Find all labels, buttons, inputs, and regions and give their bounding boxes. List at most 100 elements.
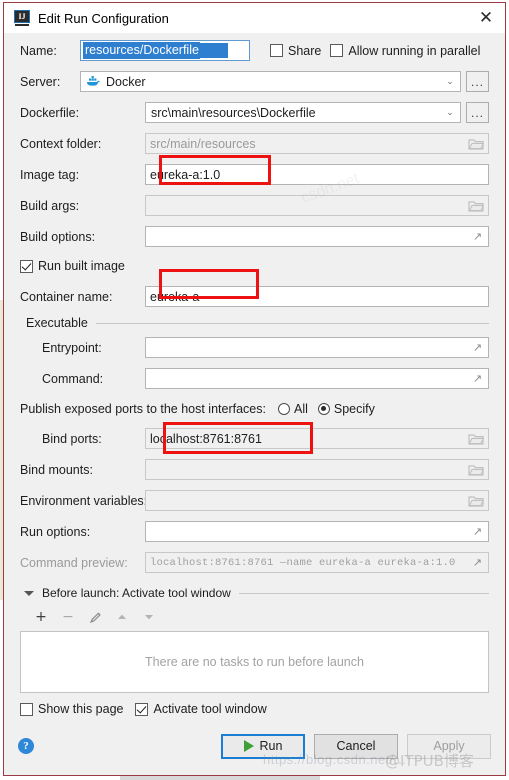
container-name-input[interactable]: eureka-a — [145, 286, 489, 307]
share-label: Share — [288, 43, 322, 58]
dockerfile-combobox[interactable]: src\main\resources\Dockerfile ⌄ — [145, 102, 461, 123]
name-input[interactable]: resources/Dockerfile — [80, 40, 250, 61]
watermark-brand: @ITPUB博客 — [385, 752, 474, 770]
before-launch-title: Before launch: Activate tool window — [42, 586, 231, 600]
before-launch-toolbar: + − — [20, 604, 489, 631]
container-name-label: Container name: — [20, 289, 113, 304]
environment-variables-input[interactable] — [145, 490, 489, 511]
bottom-checkboxes: Show this page Activate tool window — [20, 702, 489, 716]
chevron-down-icon: ⌄ — [446, 107, 454, 118]
container-name-value: eureka-a — [150, 289, 200, 304]
name-label: Name: — [20, 43, 57, 58]
server-label: Server: — [20, 74, 61, 89]
expand-icon[interactable]: ↗ — [471, 230, 484, 243]
run-built-image-label: Run built image — [38, 259, 125, 273]
background-strip-bottom — [120, 776, 320, 780]
chevron-down-icon: ⌄ — [446, 76, 454, 87]
activate-tool-window-checkbox-box — [135, 702, 149, 716]
allow-parallel-checkbox[interactable]: Allow running in parallel — [330, 44, 480, 58]
move-down-button[interactable] — [142, 610, 156, 624]
dockerfile-label: Dockerfile: — [20, 105, 80, 120]
command-label: Command: — [42, 371, 104, 386]
environment-variables-label: Environment variables: — [20, 493, 148, 508]
radio-all-label: All — [293, 401, 308, 416]
image-tag-input[interactable]: eureka-a:1.0 — [145, 164, 489, 185]
share-checkbox-box — [270, 44, 283, 57]
bind-ports-row: Bind ports: localhost:8761:8761 — [20, 427, 489, 450]
expand-icon[interactable]: ↗ — [471, 556, 484, 569]
container-name-row: Container name: eureka-a — [20, 285, 489, 308]
before-launch-empty-text: There are no tasks to run before launch — [145, 655, 364, 669]
image-tag-value: eureka-a:1.0 — [150, 167, 221, 182]
publish-ports-radio-specify[interactable]: Specify — [317, 401, 375, 416]
run-button-label: Run — [259, 739, 283, 753]
folder-icon — [468, 432, 485, 446]
run-built-image-row: Run built image — [20, 256, 489, 276]
remove-task-button[interactable]: − — [61, 610, 75, 624]
entrypoint-input[interactable]: ↗ — [145, 337, 489, 358]
add-task-button[interactable]: + — [34, 610, 48, 624]
server-combobox[interactable]: Docker ⌄ — [80, 71, 461, 92]
build-args-label: Build args: — [20, 198, 80, 213]
server-row: Server: Docker ⌄ ... — [20, 70, 489, 93]
build-options-input[interactable]: ↗ — [145, 226, 489, 247]
radio-all-circle — [277, 402, 290, 415]
command-preview-label: Command preview: — [20, 555, 128, 570]
server-value: Docker — [106, 74, 146, 89]
publish-ports-row: Publish exposed ports to the host interf… — [20, 398, 489, 419]
executable-group-header: Executable — [20, 316, 489, 330]
expand-icon[interactable]: ↗ — [471, 525, 484, 538]
run-options-label: Run options: — [20, 524, 91, 539]
bind-mounts-label: Bind mounts: — [20, 462, 93, 477]
expand-icon[interactable]: ↗ — [471, 372, 484, 385]
entrypoint-row: Entrypoint: ↗ — [20, 336, 489, 359]
executable-group: Executable — [20, 316, 489, 330]
bind-ports-label: Bind ports: — [42, 431, 102, 446]
command-preview-value: localhost:8761:8761 —name eureka-a eurek… — [150, 556, 456, 569]
dialog-body: Name: resources/Dockerfile Share Allow r… — [4, 33, 505, 716]
context-folder-input[interactable]: src/main/resources — [145, 133, 489, 154]
dialog-titlebar: IJ Edit Run Configuration ✕ — [4, 3, 505, 33]
publish-ports-radio-all[interactable]: All — [277, 401, 308, 416]
help-icon[interactable]: ? — [18, 738, 34, 754]
folder-icon — [468, 463, 485, 477]
context-folder-label: Context folder: — [20, 136, 102, 151]
edit-run-configuration-dialog: IJ Edit Run Configuration ✕ Name: resour… — [3, 2, 506, 776]
folder-icon — [468, 137, 485, 151]
share-checkbox[interactable]: Share — [270, 44, 321, 58]
collapse-triangle-icon — [24, 590, 34, 596]
intellij-idea-icon: IJ — [14, 10, 30, 26]
command-preview-input: localhost:8761:8761 —name eureka-a eurek… — [145, 552, 489, 573]
expand-icon[interactable]: ↗ — [471, 341, 484, 354]
show-this-page-checkbox[interactable]: Show this page — [20, 702, 123, 716]
allow-parallel-label: Allow running in parallel — [348, 43, 481, 58]
close-icon[interactable]: ✕ — [473, 7, 499, 29]
folder-icon — [468, 494, 485, 508]
bind-ports-value: localhost:8761:8761 — [150, 431, 262, 446]
dialog-title: Edit Run Configuration — [38, 10, 169, 26]
image-tag-label: Image tag: — [20, 167, 80, 182]
command-input[interactable]: ↗ — [145, 368, 489, 389]
build-args-row: Build args: — [20, 194, 489, 217]
radio-specify-circle — [317, 402, 330, 415]
radio-specify-label: Specify — [333, 401, 375, 416]
before-launch-header[interactable]: Before launch: Activate tool window — [20, 586, 489, 600]
context-folder-placeholder: src/main/resources — [150, 136, 256, 151]
activate-tool-window-checkbox[interactable]: Activate tool window — [135, 702, 267, 716]
dockerfile-row: Dockerfile: src\main\resources\Dockerfil… — [20, 101, 489, 124]
bind-ports-input[interactable]: localhost:8761:8761 — [145, 428, 489, 449]
dockerfile-browse-button[interactable]: ... — [466, 102, 489, 123]
name-row: Name: resources/Dockerfile Share Allow r… — [20, 39, 489, 62]
run-options-input[interactable]: ↗ — [145, 521, 489, 542]
build-options-label: Build options: — [20, 229, 96, 244]
bind-mounts-input[interactable] — [145, 459, 489, 480]
docker-whale-icon — [86, 75, 101, 88]
edit-task-button[interactable] — [88, 610, 102, 624]
run-built-image-checkbox[interactable]: Run built image — [20, 259, 125, 273]
image-tag-row: Image tag: eureka-a:1.0 — [20, 163, 489, 186]
server-browse-button[interactable]: ... — [466, 71, 489, 92]
before-launch-task-list[interactable]: There are no tasks to run before launch — [20, 631, 489, 693]
move-up-button[interactable] — [115, 610, 129, 624]
dockerfile-value: src\main\resources\Dockerfile — [151, 105, 316, 120]
show-this-page-checkbox-box — [20, 702, 33, 716]
